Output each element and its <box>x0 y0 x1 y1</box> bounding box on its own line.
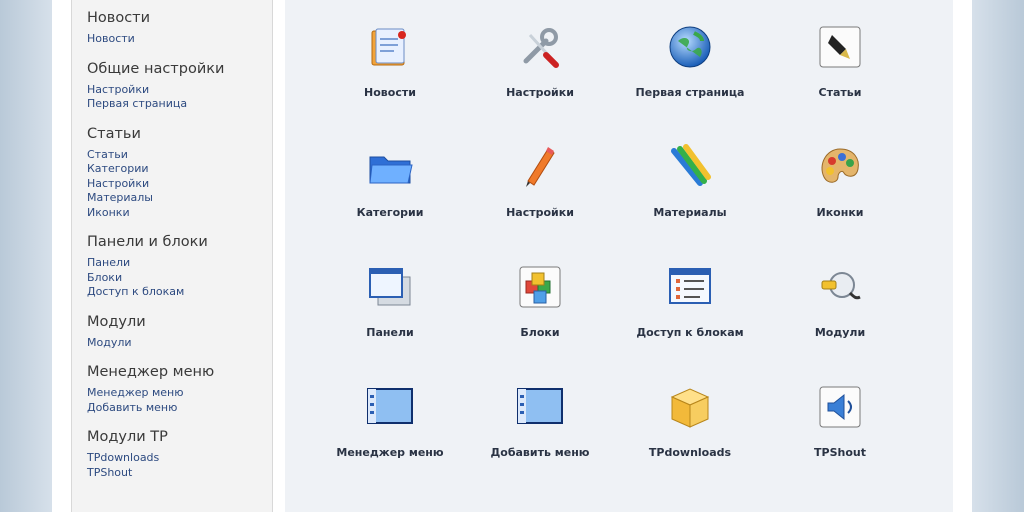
sidebar-section-modules: Модули Модули <box>87 314 272 351</box>
tile-label: Новости <box>364 86 416 99</box>
tile-block-access[interactable]: Доступ к блокам <box>615 262 765 382</box>
tile-add-menu[interactable]: Добавить меню <box>465 382 615 502</box>
tile-articles[interactable]: Статьи <box>765 22 915 142</box>
tile-label: TPShout <box>814 446 866 459</box>
sidebar-link-articles[interactable]: Статьи <box>87 148 272 163</box>
sidebar-section-title: Модули <box>87 313 146 330</box>
tools-icon <box>515 22 565 72</box>
sidebar-link-icons[interactable]: Иконки <box>87 206 272 221</box>
tile-label: Первая страница <box>635 86 745 99</box>
crayons-icon <box>665 142 715 192</box>
tile-settings[interactable]: Настройки <box>465 22 615 142</box>
sidebar-link-panels[interactable]: Панели <box>87 256 272 271</box>
sidebar-section-tp-modules: Модули TP TPdownloads TPShout <box>87 429 272 480</box>
tile-label: Статьи <box>818 86 862 99</box>
tile-label: Менеджер меню <box>336 446 444 459</box>
main-content: Новости Настройки Первая страница Статьи… <box>285 0 953 512</box>
windows-icon <box>365 262 415 312</box>
sidebar-link-categories[interactable]: Категории <box>87 162 272 177</box>
sidebar-section-title: Модули TP <box>87 429 168 445</box>
pencil-icon <box>515 142 565 192</box>
news-icon <box>365 22 415 72</box>
pen-nib-icon <box>815 22 865 72</box>
tile-panels[interactable]: Панели <box>315 262 465 382</box>
sidebar-section-title: Панели и блоки <box>87 234 208 250</box>
sidebar-section-menu-manager: Менеджер меню Менеджер меню Добавить мен… <box>87 364 272 415</box>
sidebar-link-settings[interactable]: Настройки <box>87 83 272 98</box>
tile-menu-manager[interactable]: Менеджер меню <box>315 382 465 502</box>
sidebar-link-modules[interactable]: Модули <box>87 336 272 351</box>
sidebar-link-tpshout[interactable]: TPShout <box>87 466 272 481</box>
add-menu-window-icon <box>515 382 565 432</box>
access-list-icon <box>665 262 715 312</box>
menu-window-icon <box>365 382 415 432</box>
tile-label: Категории <box>356 206 424 219</box>
tile-modules[interactable]: Модули <box>765 262 915 382</box>
tile-label: Иконки <box>816 206 864 219</box>
admin-icon-grid: Новости Настройки Первая страница Статьи… <box>315 22 915 502</box>
tile-tpdownloads[interactable]: TPdownloads <box>615 382 765 502</box>
tile-article-settings[interactable]: Настройки <box>465 142 615 262</box>
sidebar-link-front-page[interactable]: Первая страница <box>87 97 272 112</box>
sidebar-section-title: Статьи <box>87 125 141 142</box>
speaker-icon <box>815 382 865 432</box>
sidebar-link-news[interactable]: Новости <box>87 32 272 47</box>
sidebar-section-articles: Статьи Статьи Категории Настройки Матери… <box>87 126 272 221</box>
tile-label: Настройки <box>506 206 574 219</box>
sidebar-section-panels-blocks: Панели и блоки Панели Блоки Доступ к бло… <box>87 234 272 300</box>
sidebar-link-tpdownloads[interactable]: TPdownloads <box>87 451 272 466</box>
sidebar-section-title: Общие настройки <box>87 60 225 77</box>
globe-icon <box>665 22 715 72</box>
palette-icon <box>815 142 865 192</box>
sidebar-link-blocks[interactable]: Блоки <box>87 271 272 286</box>
sidebar-link-block-access[interactable]: Доступ к блокам <box>87 285 272 300</box>
tile-front-page[interactable]: Первая страница <box>615 22 765 142</box>
tile-label: Доступ к блокам <box>636 326 744 339</box>
sidebar-link-add-menu[interactable]: Добавить меню <box>87 401 272 416</box>
tile-label: Материалы <box>653 206 727 219</box>
sidebar: Новости Новости Общие настройки Настройк… <box>71 0 273 512</box>
tile-materials[interactable]: Материалы <box>615 142 765 262</box>
tile-categories[interactable]: Категории <box>315 142 465 262</box>
sidebar-section-news: Новости Новости <box>87 10 272 47</box>
sidebar-link-menu-manager[interactable]: Менеджер меню <box>87 386 272 401</box>
sidebar-section-general-settings: Общие настройки Настройки Первая страниц… <box>87 61 272 112</box>
box-icon <box>665 382 715 432</box>
sidebar-link-materials[interactable]: Материалы <box>87 191 272 206</box>
tile-label: Панели <box>366 326 414 339</box>
sidebar-link-article-settings[interactable]: Настройки <box>87 177 272 192</box>
sidebar-section-title: Менеджер меню <box>87 364 215 380</box>
tile-label: TPdownloads <box>648 446 732 459</box>
tile-label: Блоки <box>520 326 560 339</box>
sidebar-section-title: Новости <box>87 10 151 26</box>
plugin-icon <box>815 262 865 312</box>
folder-icon <box>365 142 415 192</box>
blocks-icon <box>515 262 565 312</box>
tile-tpshout[interactable]: TPShout <box>765 382 915 502</box>
tile-news[interactable]: Новости <box>315 22 465 142</box>
tile-label: Модули <box>814 326 866 339</box>
tile-label: Добавить меню <box>490 446 590 459</box>
tile-icons[interactable]: Иконки <box>765 142 915 262</box>
tile-blocks[interactable]: Блоки <box>465 262 615 382</box>
tile-label: Настройки <box>506 86 574 99</box>
